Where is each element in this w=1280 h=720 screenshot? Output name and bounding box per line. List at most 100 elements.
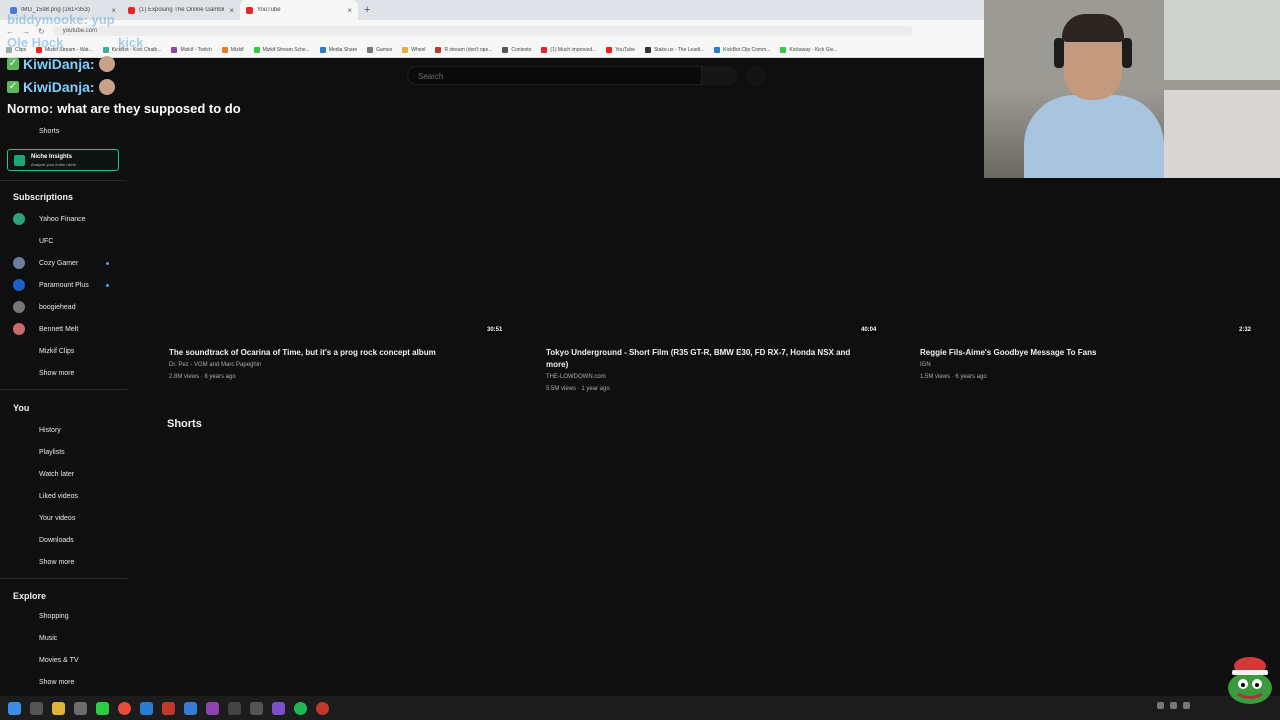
sidebar-item[interactable]: Paramount Plus xyxy=(0,274,127,296)
shorts-heading: Shorts xyxy=(167,418,202,430)
app-icon[interactable] xyxy=(184,701,197,715)
search-button[interactable] xyxy=(702,66,737,85)
app-icon[interactable] xyxy=(206,701,219,715)
niche-insights-button[interactable]: Niche Insights Analyze your entire niche xyxy=(7,149,119,171)
video-title[interactable]: Reggie Fils-Aime's Goodbye Message To Fa… xyxy=(920,347,1250,359)
streamer-body xyxy=(1024,95,1164,178)
sidebar-item[interactable]: boogiehead xyxy=(0,296,127,318)
app-icon[interactable] xyxy=(74,701,87,715)
sidebar-item[interactable]: Mizkif Clips xyxy=(0,340,127,362)
bookmark-label: Games xyxy=(376,46,393,53)
bookmark-item[interactable]: Contexto xyxy=(502,46,532,53)
browser-tab-active[interactable]: YouTube × xyxy=(240,0,358,20)
bookmark-item[interactable]: (1) Much improved... xyxy=(541,46,596,53)
sidebar-item-shorts[interactable]: Shorts xyxy=(0,120,127,142)
bookmark-item[interactable]: Kickaway - Kick Giv... xyxy=(780,46,838,53)
bookmark-label: Media Share xyxy=(328,46,358,53)
verified-check-icon: ✓ xyxy=(7,81,19,93)
video-channel[interactable]: THE-LOWDOWN.com xyxy=(546,374,606,380)
sidebar-item[interactable]: Music xyxy=(0,627,127,649)
bookmark-favicon-icon xyxy=(402,46,409,53)
chat-username: KiwiDanja: xyxy=(23,79,95,95)
subscriptions-heading[interactable]: Subscriptions xyxy=(13,192,73,202)
app-icon[interactable] xyxy=(228,701,241,715)
sidebar-item[interactable]: Playlists xyxy=(0,441,127,463)
sidebar-item-label: History xyxy=(39,426,61,434)
sidebar-item-label: UFC xyxy=(39,237,54,245)
voice-search-button[interactable] xyxy=(746,66,766,86)
search-icon[interactable] xyxy=(30,701,43,715)
url-field[interactable]: youtube.com xyxy=(52,26,913,36)
explore-show-more[interactable]: Show more xyxy=(0,671,127,693)
chat-username: KiwiDanja: xyxy=(23,56,95,72)
bookmark-item[interactable]: KickBot Clip Comm... xyxy=(714,46,770,53)
chat-message: what are they supposed to do xyxy=(57,101,241,116)
sidebar-item[interactable]: Yahoo Finance xyxy=(0,208,127,230)
network-icon[interactable] xyxy=(1170,702,1177,709)
video-title[interactable]: Tokyo Underground - Short Film (R35 GT-R… xyxy=(546,347,876,371)
sidebar-item[interactable]: Watch later xyxy=(0,463,127,485)
edge-icon[interactable] xyxy=(140,701,153,715)
bookmark-item[interactable]: Mizkif xyxy=(221,46,244,53)
video-meta: 2.8M views · 8 years ago xyxy=(169,374,236,380)
browser-tab[interactable]: (1) Exposing The Online Gambli × xyxy=(122,0,240,20)
bookmarks-bar: Clips Mizkif Stream - Wat... KickBot - Kic… xyxy=(0,42,984,58)
bookmark-label: Contexto xyxy=(511,46,532,53)
windows-start-icon[interactable] xyxy=(8,701,21,715)
new-tab-icon[interactable]: + xyxy=(364,4,370,16)
windows-taskbar xyxy=(0,696,1280,720)
kick-icon[interactable] xyxy=(96,701,109,715)
bookmark-item[interactable]: Wheel xyxy=(402,46,425,53)
close-tab-icon[interactable]: × xyxy=(229,6,234,15)
sidebar-item[interactable]: Downloads xyxy=(0,529,127,551)
chat-line: ✓ KiwiDanja: xyxy=(7,56,115,72)
app-icon[interactable] xyxy=(250,701,263,715)
spotify-icon[interactable] xyxy=(294,701,307,715)
bookmark-item[interactable]: Stake.us - The Leadi... xyxy=(644,46,704,53)
volume-icon[interactable] xyxy=(1183,702,1190,709)
video-title[interactable]: The soundtrack of Ocarina of Time, but i… xyxy=(169,347,529,359)
sidebar-item[interactable]: Cozy Gamer xyxy=(0,252,127,274)
subscriptions-show-more[interactable]: Show more xyxy=(0,362,127,384)
bookmark-favicon-icon xyxy=(435,46,442,53)
you-heading[interactable]: You xyxy=(13,403,29,413)
sidebar-item[interactable]: Bennett Melt xyxy=(0,318,127,340)
channel-avatar-icon xyxy=(13,257,25,269)
tab-title: YouTube xyxy=(257,7,281,13)
sidebar-item[interactable]: Movies & TV xyxy=(0,649,127,671)
you-show-more[interactable]: Show more xyxy=(0,551,127,573)
tray-chevron-icon[interactable] xyxy=(1157,702,1164,709)
close-tab-icon[interactable]: × xyxy=(347,6,352,15)
tab-title: (1) Exposing The Online Gambli xyxy=(139,7,225,13)
new-content-dot-icon xyxy=(106,283,109,287)
sidebar-item-label: Shopping xyxy=(39,612,69,620)
file-explorer-icon[interactable] xyxy=(52,701,65,715)
bookmark-item[interactable]: Media Share xyxy=(319,46,358,53)
chat-ghost-line: kick xyxy=(118,35,144,50)
sidebar-item-label: Show more xyxy=(39,678,75,686)
search-input[interactable]: Search xyxy=(407,66,702,85)
channel-avatar-icon xyxy=(13,213,25,225)
obs-icon[interactable] xyxy=(316,701,329,715)
app-icon[interactable] xyxy=(162,701,175,715)
sidebar-item[interactable]: UFC xyxy=(0,230,127,252)
sidebar-item[interactable]: Your videos xyxy=(0,507,127,529)
bookmark-item[interactable]: R stream (don't ope... xyxy=(435,46,492,53)
explore-heading: Explore xyxy=(13,591,47,601)
sidebar-item[interactable]: History xyxy=(0,419,127,441)
bookmark-item[interactable]: Mizkif - Twitch xyxy=(171,46,212,53)
chrome-icon[interactable] xyxy=(118,701,131,715)
bookmark-label: Mizkif - Twitch xyxy=(180,46,212,53)
sidebar-item[interactable]: Liked videos xyxy=(0,485,127,507)
video-channel[interactable]: Dr. Pez - VGM and Marc Papeghin xyxy=(169,362,261,368)
bookmark-label: Kickaway - Kick Giv... xyxy=(789,46,838,53)
bookmark-item[interactable]: Mizkif Stream Sche... xyxy=(253,46,310,53)
bookmark-item[interactable]: YouTube xyxy=(606,46,635,53)
screen: IMG_1598.png (161×353) × (1) Exposing Th… xyxy=(0,0,1280,720)
sidebar-item[interactable]: Shopping xyxy=(0,605,127,627)
app-icon[interactable] xyxy=(272,701,285,715)
bookmark-favicon-icon xyxy=(714,46,721,53)
video-channel[interactable]: IGN xyxy=(920,362,931,368)
bookmark-item[interactable]: Games xyxy=(367,46,393,53)
new-content-dot-icon xyxy=(106,261,109,265)
